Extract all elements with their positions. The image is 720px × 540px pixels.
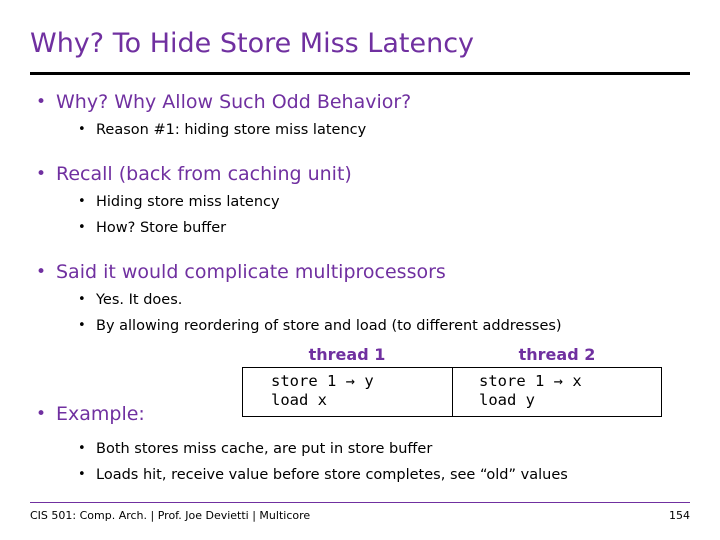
- thread-table: thread 1 thread 2 store 1 → y load x sto…: [242, 345, 662, 417]
- thread-1-header: thread 1: [308, 345, 386, 364]
- bullet-glyph: •: [78, 194, 86, 209]
- bullet-level2: • How? Store buffer: [30, 219, 698, 238]
- slide-body: • Why? Why Allow Such Odd Behavior? • Re…: [30, 90, 698, 336]
- footer-divider: [30, 502, 690, 503]
- bullet-text: Both stores miss cache, are put in store…: [96, 441, 433, 457]
- bullet-level2: • Loads hit, receive value before store …: [30, 466, 698, 485]
- bullet-glyph: •: [36, 262, 47, 282]
- bullet-glyph: •: [36, 404, 47, 424]
- bullet-level1: • Said it would complicate multiprocesso…: [30, 260, 698, 284]
- bullet-glyph: •: [36, 92, 47, 112]
- bullet-text: How? Store buffer: [96, 220, 227, 236]
- thread-table-headers: thread 1 thread 2: [242, 345, 662, 367]
- example-section: • Example: thread 1 thread 2 store 1 → y…: [30, 345, 698, 435]
- code-line: store 1 → y: [271, 372, 374, 390]
- bullet-glyph: •: [78, 318, 86, 333]
- code-line: load y: [479, 391, 535, 409]
- slide-body-bottom: • Both stores miss cache, are put in sto…: [30, 440, 698, 485]
- bullet-glyph: •: [78, 441, 86, 456]
- bullet-text: Recall (back from caching unit): [56, 163, 352, 185]
- thread-1-code: store 1 → y load x: [243, 368, 452, 416]
- bullet-text: Yes. It does.: [96, 292, 183, 308]
- bullet-glyph: •: [78, 122, 86, 137]
- bullet-level1: • Recall (back from caching unit): [30, 162, 698, 186]
- page-title: Why? To Hide Store Miss Latency: [30, 28, 475, 59]
- thread-2-header: thread 2: [518, 345, 596, 364]
- bullet-level1: • Why? Why Allow Such Odd Behavior?: [30, 90, 698, 114]
- footer-attribution: CIS 501: Comp. Arch. | Prof. Joe Deviett…: [30, 509, 311, 522]
- bullet-text: Loads hit, receive value before store co…: [96, 467, 568, 483]
- bullet-level2: • Both stores miss cache, are put in sto…: [30, 440, 698, 459]
- bullet-glyph: •: [78, 467, 86, 482]
- bullet-text: Hiding store miss latency: [96, 194, 280, 210]
- slide-number: 154: [669, 509, 690, 522]
- bullet-glyph: •: [78, 292, 86, 307]
- bullet-level2: • By allowing reordering of store and lo…: [30, 317, 698, 336]
- bullet-level2: • Yes. It does.: [30, 291, 698, 310]
- example-label-text: Example:: [56, 403, 145, 425]
- bullet-text: Said it would complicate multiprocessors: [56, 261, 446, 283]
- slide: Why? To Hide Store Miss Latency • Why? W…: [0, 0, 720, 540]
- example-label: • Example:: [30, 402, 145, 426]
- title-divider: [30, 72, 690, 75]
- bullet-text: By allowing reordering of store and load…: [96, 318, 562, 334]
- bullet-glyph: •: [36, 164, 47, 184]
- thread-table-body: store 1 → y load x store 1 → x load y: [242, 367, 662, 417]
- bullet-text: Reason #1: hiding store miss latency: [96, 122, 367, 138]
- bullet-glyph: •: [78, 220, 86, 235]
- bullet-level2: • Hiding store miss latency: [30, 193, 698, 212]
- code-line: store 1 → x: [479, 372, 582, 390]
- bullet-text: Why? Why Allow Such Odd Behavior?: [56, 91, 412, 113]
- bullet-level2: • Reason #1: hiding store miss latency: [30, 121, 698, 140]
- thread-2-code: store 1 → x load y: [452, 368, 661, 416]
- code-line: load x: [271, 391, 327, 409]
